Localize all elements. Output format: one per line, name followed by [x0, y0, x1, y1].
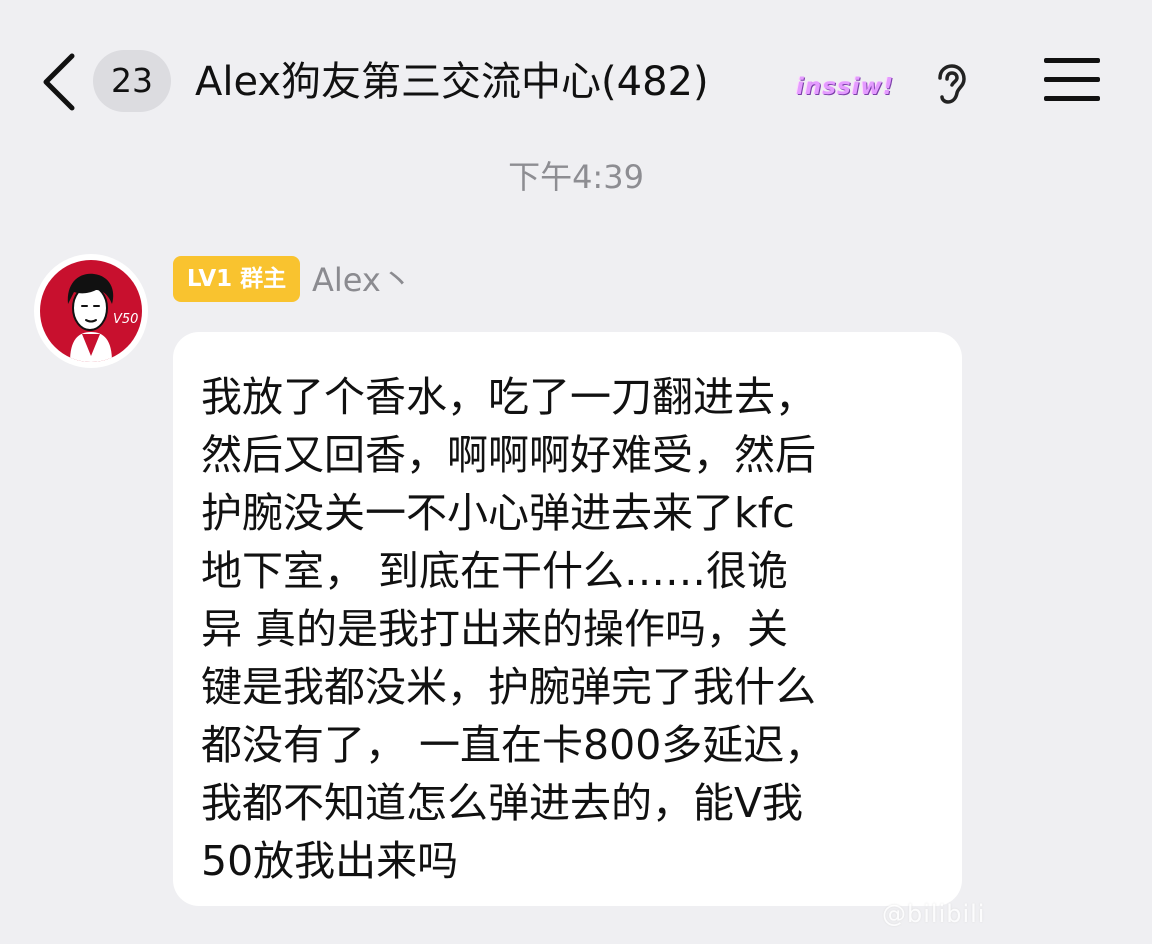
- message-bubble[interactable]: 我放了个香水，吃了一刀翻进去， 然后又回香，啊啊啊好难受，然后 护腕没关一不小心…: [173, 332, 962, 906]
- ear-icon: [938, 64, 966, 104]
- menu-icon: [1044, 58, 1100, 101]
- message-line: 然后又回香，啊啊啊好难受，然后: [201, 431, 816, 479]
- message-line: 地下室， 到底在干什么……很诡: [201, 547, 789, 595]
- group-title: Alex狗友第三交流中心(482): [195, 59, 709, 105]
- avatar-label: V50: [113, 312, 138, 327]
- chevron-left-icon: [43, 53, 75, 111]
- level-role-badge: LV1 群主: [173, 256, 300, 302]
- message-line: 异 真的是我打出来的操作吗，关: [201, 605, 789, 653]
- back-button[interactable]: [38, 50, 82, 114]
- avatar-image: V50: [40, 260, 142, 362]
- message-line: 护腕没关一不小心弹进去来了kfc: [201, 489, 795, 537]
- message-timestamp: 下午4:39: [508, 158, 644, 196]
- group-special-badge: inssiw!: [796, 74, 895, 100]
- chat-header: 23 Alex狗友第三交流中心(482) inssiw!: [0, 0, 1152, 160]
- message-line: 50放我出来吗: [201, 837, 459, 885]
- menu-button[interactable]: [1044, 58, 1100, 104]
- message-line: 我放了个香水，吃了一刀翻进去，: [201, 373, 816, 421]
- message-line: 都没有了， 一直在卡800多延迟，: [201, 721, 826, 769]
- avatar[interactable]: V50: [34, 254, 148, 368]
- sender-name[interactable]: Alex丶: [312, 258, 413, 302]
- message-line: 键是我都没米，护腕弹完了我什么: [201, 663, 816, 711]
- unread-count-badge[interactable]: 23: [93, 50, 171, 112]
- earpiece-mode-button[interactable]: [928, 62, 972, 106]
- watermark: @bilibili: [882, 900, 986, 928]
- message-line: 我都不知道怎么弹进去的，能V我: [201, 779, 804, 827]
